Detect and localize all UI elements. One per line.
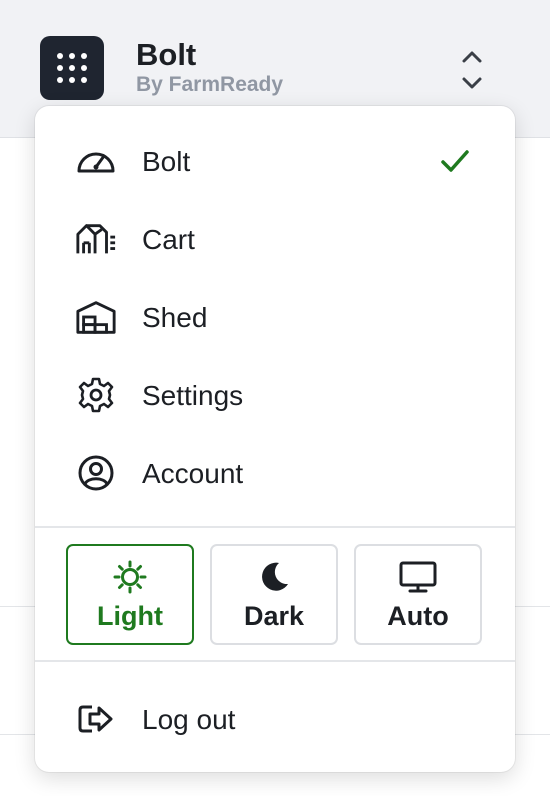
theme-light-button[interactable]: Light — [66, 544, 194, 645]
gauge-icon — [75, 143, 117, 179]
theme-auto-button[interactable]: Auto — [354, 544, 482, 645]
menu-item-label: Settings — [142, 380, 244, 411]
menu-divider — [35, 660, 515, 662]
theme-dark-label: Dark — [243, 601, 305, 631]
menu-item-label: Cart — [142, 224, 195, 255]
monitor-icon — [356, 560, 480, 594]
cart-icon — [75, 221, 117, 257]
menu-item-shed[interactable]: Shed — [35, 284, 515, 350]
app-switcher[interactable]: Bolt By FarmReady — [40, 26, 510, 106]
app-name: Bolt — [136, 37, 197, 72]
gear-icon — [75, 377, 117, 413]
theme-light-label: Light — [97, 601, 163, 631]
app-logo — [40, 36, 104, 100]
menu-item-label: Shed — [142, 302, 208, 333]
checkmark-icon — [441, 150, 469, 172]
app-subtitle: By FarmReady — [136, 73, 284, 96]
menu-item-settings[interactable]: Settings — [35, 362, 515, 428]
logout-button[interactable]: Log out — [35, 686, 515, 752]
chevron-up-down-icon — [462, 51, 482, 89]
menu-item-label: Account — [142, 458, 244, 489]
logout-label: Log out — [142, 704, 236, 735]
moon-icon — [212, 560, 336, 594]
theme-auto-label: Auto — [387, 601, 449, 631]
sun-icon — [68, 560, 192, 594]
shed-icon — [75, 299, 117, 335]
theme-dark-button[interactable]: Dark — [210, 544, 338, 645]
menu-divider — [35, 526, 515, 528]
menu-item-bolt[interactable]: Bolt — [35, 128, 515, 194]
menu-item-cart[interactable]: Cart — [35, 206, 515, 272]
menu-item-label: Bolt — [142, 146, 191, 177]
app-menu: Bolt Cart Shed Settings Account Light Da… — [35, 106, 515, 772]
menu-item-account[interactable]: Account — [35, 440, 515, 506]
logout-icon — [75, 701, 117, 737]
user-circle-icon — [75, 455, 117, 491]
